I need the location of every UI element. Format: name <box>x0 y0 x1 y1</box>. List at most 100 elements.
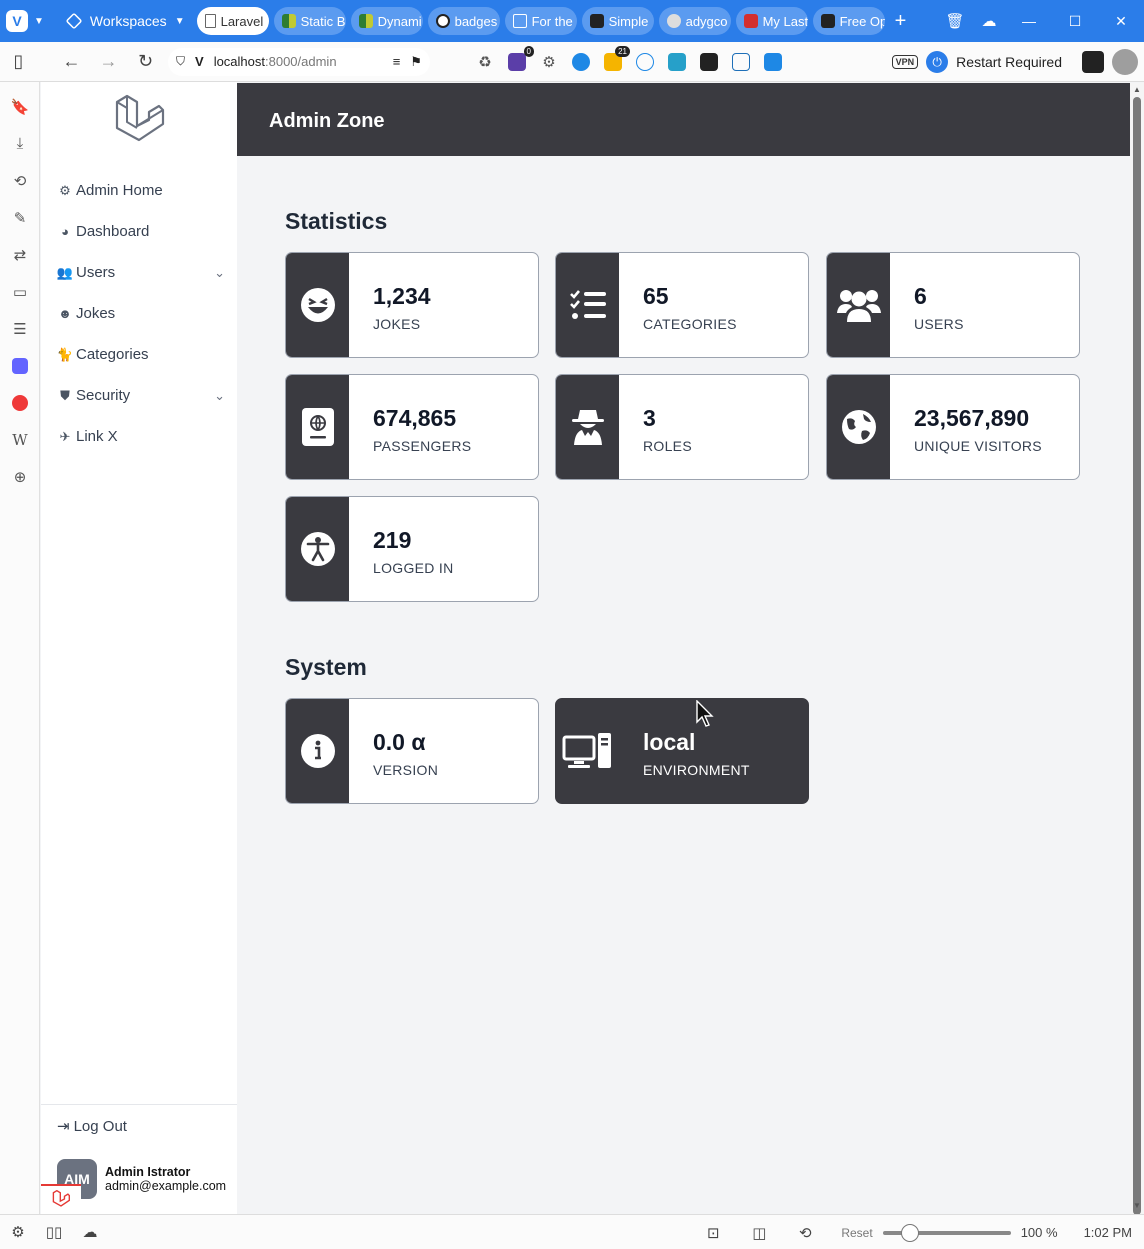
vivaldi-panel-icon[interactable] <box>0 384 40 421</box>
sidebar-item-link-x[interactable]: ✈ Link X <box>57 416 227 457</box>
system-card-environment[interactable]: local ENVIRONMENT <box>555 698 809 804</box>
sidebar-item-admin-home[interactable]: ⚙ Admin Home <box>57 170 227 211</box>
page-actions-icon[interactable]: ⟲ <box>787 1224 823 1242</box>
scroll-up-icon[interactable]: ▲ <box>1133 85 1141 94</box>
cloud-icon[interactable]: ☁ <box>972 12 1006 30</box>
page-scrollbar[interactable]: ▲ ▼ <box>1130 83 1144 1215</box>
workspaces-button[interactable]: Workspaces ▼ <box>65 12 185 30</box>
profile-avatar[interactable] <box>1112 49 1138 75</box>
zoom-reset-button[interactable]: Reset <box>841 1226 872 1240</box>
zoom-slider-knob[interactable] <box>900 1223 919 1242</box>
extension-blue-icon[interactable] <box>572 52 590 71</box>
vivaldi-logo-icon[interactable]: V <box>6 10 28 32</box>
extension-purple-icon[interactable]: 0 <box>508 45 534 71</box>
power-icon[interactable]: ⏻ <box>926 51 949 73</box>
extension-upload-icon[interactable] <box>732 52 750 71</box>
add-panel-icon[interactable]: ⊕ <box>0 458 40 495</box>
printer-icon[interactable] <box>668 52 686 71</box>
minimize-button[interactable]: — <box>1006 13 1052 29</box>
new-tab-plus-icon[interactable]: + <box>895 10 907 33</box>
tab-forthe[interactable]: For the <box>504 7 577 35</box>
stat-value: 6 <box>914 283 927 309</box>
vpn-badge[interactable]: VPN <box>891 55 919 69</box>
tab-static[interactable]: Static B <box>273 7 346 35</box>
tab-label: badges <box>454 13 498 29</box>
url-field[interactable]: ⛉ V localhost:8000/admin ≡ ⚑ <box>168 47 430 76</box>
sidebar-item-users[interactable]: 👥 Users ⌄ <box>57 252 227 293</box>
stat-card-categories[interactable]: 65 CATEGORIES <box>555 252 809 358</box>
tab-label: For the <box>531 13 573 29</box>
gear-extension-icon[interactable]: ⚙ <box>540 53 558 71</box>
scrollbar-thumb[interactable] <box>1133 97 1141 1215</box>
tab-laravel[interactable]: Laravel <box>196 7 269 35</box>
fb-icon <box>512 14 527 28</box>
extension-badge: 0 <box>523 45 534 57</box>
tab-adygco[interactable]: adygco <box>658 7 731 35</box>
sidebar-item-security[interactable]: ⛊ Security ⌄ <box>57 375 227 416</box>
tab-dynamic[interactable]: Dynami <box>350 7 423 35</box>
system-card-version[interactable]: 0.0 α VERSION <box>285 698 539 804</box>
bookmarks-panel-icon[interactable]: 🔖 <box>0 88 40 125</box>
restart-required-label[interactable]: Restart Required <box>956 54 1062 70</box>
sidebar-item-label: Dashboard <box>76 223 150 240</box>
extensions-bar: ♻ 0 ⚙ 21 <box>476 45 782 71</box>
reader-view-icon[interactable]: ≡ <box>393 54 401 69</box>
chevron-down-icon[interactable]: ⌄ <box>214 265 225 281</box>
recycle-icon[interactable]: ♻ <box>476 53 494 71</box>
history-panel-icon[interactable]: ⟲ <box>0 162 40 199</box>
downloads-panel-icon[interactable]: ⤓ <box>0 125 40 162</box>
maximize-button[interactable]: ☐ <box>1052 13 1098 30</box>
bookmark-icon[interactable]: ⚑ <box>410 54 422 70</box>
sidebar-item-dashboard[interactable]: ◕ Dashboard <box>57 211 227 252</box>
reload-icon[interactable]: ↻ <box>127 51 164 72</box>
info-icon <box>286 699 349 803</box>
back-arrow-icon[interactable]: ← <box>53 51 90 72</box>
github-icon <box>435 14 450 28</box>
translate-panel-icon[interactable]: ⇄ <box>0 236 40 273</box>
panel-toggle-icon[interactable]: ▯ <box>0 51 37 72</box>
mastodon-panel-icon[interactable] <box>0 347 40 384</box>
page-tiling-icon[interactable]: ◫ <box>741 1224 777 1242</box>
trash-icon[interactable]: 🗑 <box>938 12 972 30</box>
extension-d-icon[interactable] <box>764 52 782 71</box>
extension-t-icon[interactable] <box>636 52 654 71</box>
stat-card-logged-in[interactable]: 219 LOGGED IN <box>285 496 539 602</box>
stat-card-passengers[interactable]: 674,865 PASSENGERS <box>285 374 539 480</box>
statistics-title: Statistics <box>285 208 388 234</box>
vivaldi-v-icon: V <box>195 54 204 69</box>
user-card[interactable]: AIM Admin Istrator admin@example.com <box>57 1159 226 1199</box>
tab-mylast[interactable]: My Last <box>735 7 808 35</box>
shield-icon[interactable]: ⛉ <box>176 54 185 69</box>
markdown-icon[interactable] <box>700 52 718 71</box>
green-icon <box>358 14 373 28</box>
sidebar-item-jokes[interactable]: ☻ Jokes <box>57 293 227 334</box>
notes-panel-icon[interactable]: ✎ <box>0 199 40 236</box>
logout-link[interactable]: ⇥ Log Out <box>57 1117 237 1136</box>
window-panel-icon[interactable]: ▭ <box>0 273 40 310</box>
wikipedia-panel-icon[interactable]: W <box>0 421 40 458</box>
tab-simple[interactable]: Simple <box>581 7 654 35</box>
gift-icon[interactable] <box>1082 51 1104 73</box>
sidebar-item-categories[interactable]: 🐈 Categories <box>57 334 227 375</box>
forward-arrow-icon[interactable]: → <box>90 51 127 72</box>
tab-label: Static B <box>300 13 346 29</box>
close-button[interactable]: ✕ <box>1098 13 1144 30</box>
stat-card-roles[interactable]: 3 ROLES <box>555 374 809 480</box>
reading-list-panel-icon[interactable]: ☰ <box>0 310 40 347</box>
settings-gear-icon[interactable]: ⚙ <box>0 1223 36 1241</box>
sync-cloud-icon[interactable]: ☁ <box>72 1223 108 1241</box>
capture-icon[interactable]: ⊡ <box>695 1224 731 1242</box>
scroll-down-icon[interactable]: ▼ <box>1133 1201 1141 1210</box>
stat-card-unique-visitors[interactable]: 23,567,890 UNIQUE VISITORS <box>826 374 1080 480</box>
tab-freeop[interactable]: Free Op <box>812 7 885 35</box>
stat-card-users[interactable]: 6 USERS <box>826 252 1080 358</box>
vivaldi-menu-chevron-icon[interactable]: ▼ <box>34 16 44 27</box>
stat-card-jokes[interactable]: 1,234 JOKES <box>285 252 539 358</box>
extension-yellow-icon[interactable]: 21 <box>604 45 630 71</box>
chevron-down-icon[interactable]: ⌄ <box>214 388 225 404</box>
laravel-logo-icon[interactable] <box>113 94 165 146</box>
zoom-slider[interactable] <box>882 1223 1011 1242</box>
laravel-debug-icon[interactable] <box>41 1184 81 1212</box>
tab-badges[interactable]: badges <box>427 7 500 35</box>
tiling-icon[interactable]: ▯▯ <box>36 1223 72 1241</box>
